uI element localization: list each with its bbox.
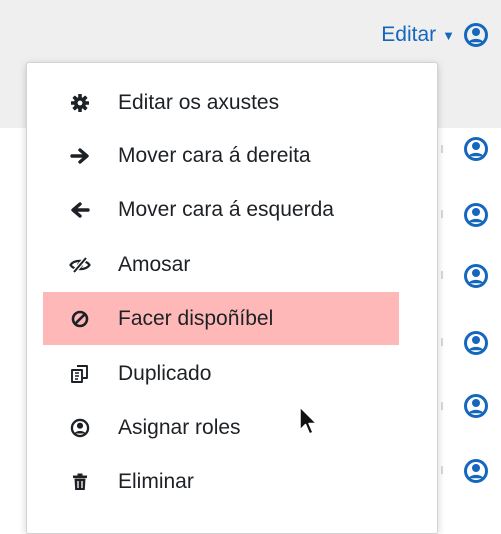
caret-down-icon: ▼ — [442, 27, 455, 43]
menu-item-label: Mover cara á esquerda — [118, 197, 334, 221]
gear-icon — [64, 91, 96, 115]
user-circle-icon — [64, 416, 96, 440]
row-divider — [441, 338, 443, 346]
menu-item-label: Mover cara á dereita — [118, 143, 311, 167]
menu-item-duplicate[interactable]: Duplicado — [43, 347, 399, 400]
user-circle-icon[interactable] — [463, 458, 489, 484]
menu-item-label: Duplicado — [118, 361, 212, 385]
mouse-pointer-icon — [298, 406, 320, 443]
menu-item-label: Eliminar — [118, 469, 194, 493]
user-circle-icon[interactable] — [463, 393, 489, 419]
user-circle-icon[interactable] — [463, 330, 489, 356]
menu-item-label: Asignar roles — [118, 415, 241, 439]
row-divider — [441, 145, 443, 153]
arrow-right-icon — [64, 144, 96, 168]
menu-item-assign-roles[interactable]: Asignar roles — [43, 401, 399, 454]
arrow-left-icon — [64, 198, 96, 222]
user-circle-icon[interactable] — [463, 263, 489, 289]
editar-dropdown-menu: Editar os axustes Mover cara á dereita M… — [26, 62, 438, 534]
menu-item-move-right[interactable]: Mover cara á dereita — [43, 129, 399, 182]
editar-label: Editar — [381, 23, 437, 46]
menu-item-show[interactable]: Amosar — [43, 238, 399, 291]
user-circle-icon[interactable] — [463, 202, 489, 228]
copy-icon — [64, 362, 96, 386]
trash-icon — [64, 470, 96, 494]
menu-item-edit-settings[interactable]: Editar os axustes — [43, 76, 399, 129]
user-circle-icon[interactable] — [463, 136, 489, 162]
eye-slash-icon — [64, 253, 96, 277]
row-divider — [441, 402, 443, 410]
row-actions-column — [459, 0, 489, 520]
row-divider — [441, 210, 443, 218]
menu-item-make-available[interactable]: Facer dispoñíbel — [43, 292, 399, 345]
menu-item-move-left[interactable]: Mover cara á esquerda — [43, 183, 399, 236]
row-divider — [441, 271, 443, 279]
menu-item-delete[interactable]: Eliminar — [43, 455, 399, 508]
menu-item-label: Amosar — [118, 252, 191, 276]
menu-item-label: Facer dispoñíbel — [118, 306, 274, 330]
ban-icon — [64, 307, 96, 331]
row-divider — [441, 466, 443, 474]
menu-item-label: Editar os axustes — [118, 90, 280, 114]
